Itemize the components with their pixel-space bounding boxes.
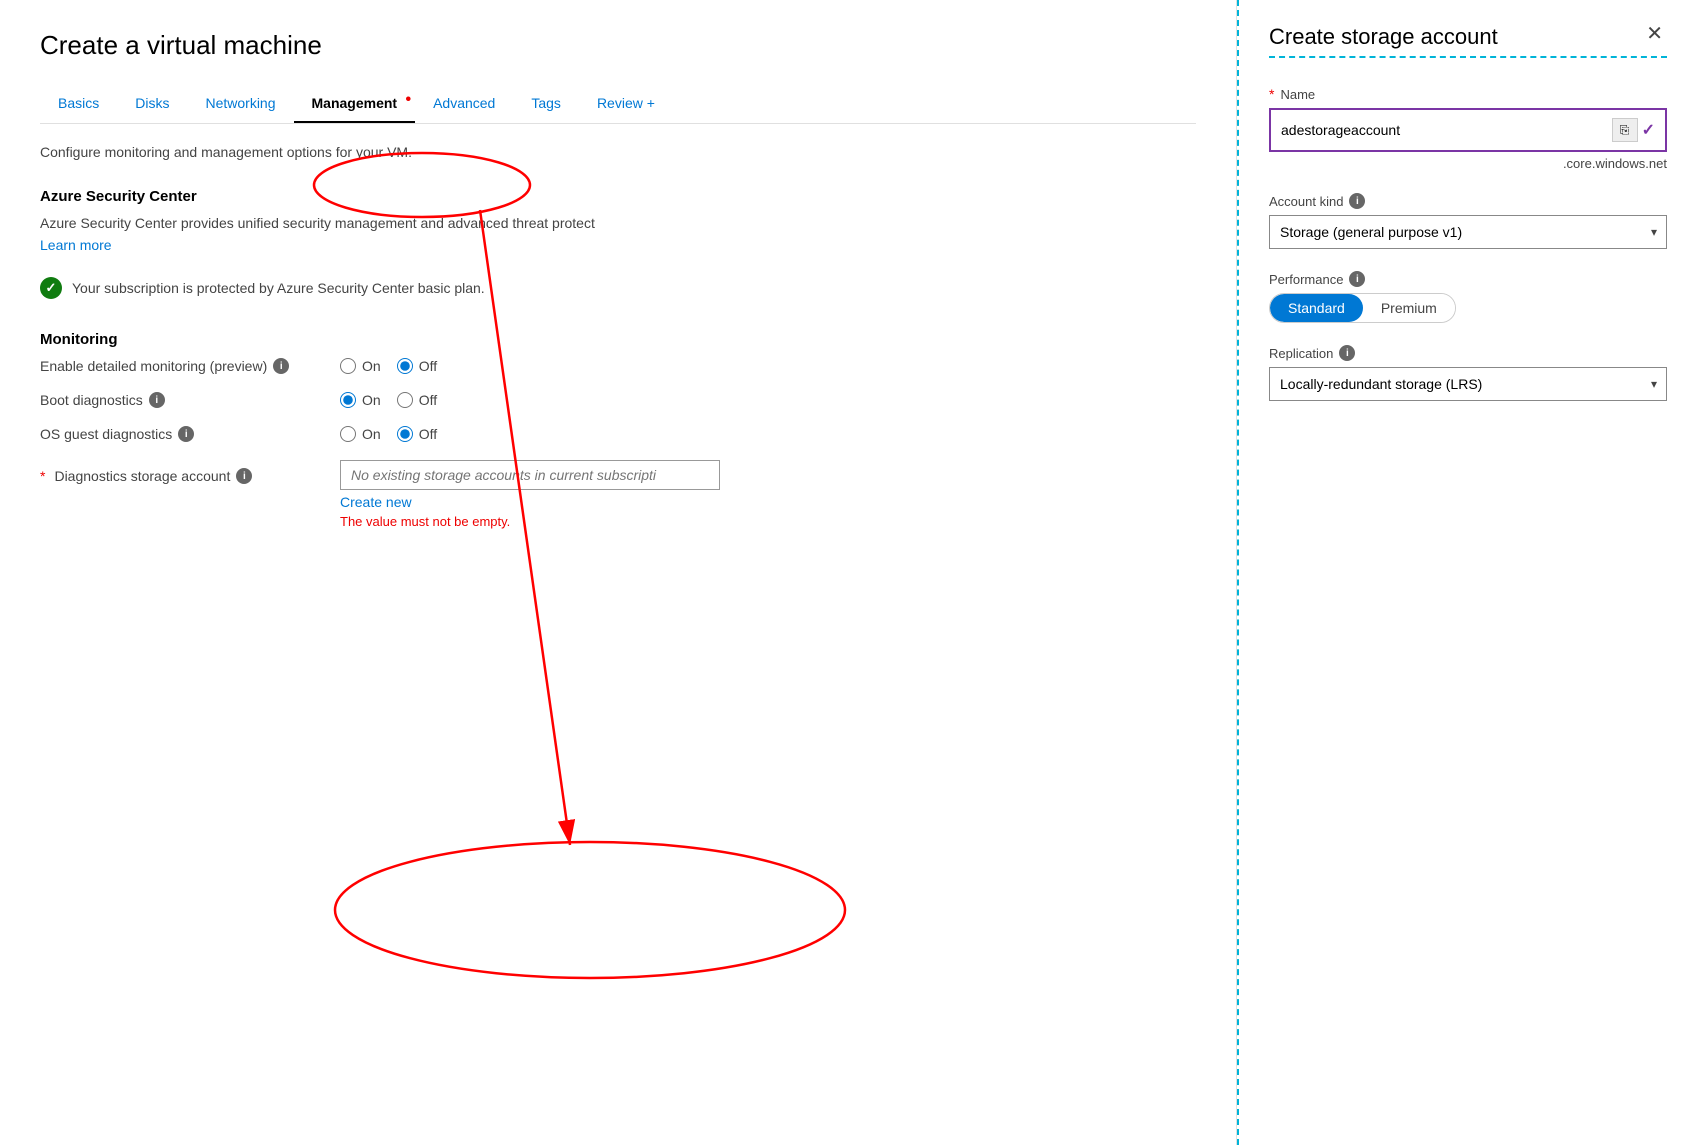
- detailed-monitoring-info-icon[interactable]: i: [273, 358, 289, 374]
- detailed-monitoring-off-label: Off: [419, 358, 437, 374]
- performance-field-group: Performance i Standard Premium: [1269, 271, 1667, 323]
- os-guest-diagnostics-off-label: Off: [419, 426, 437, 442]
- azure-security-section: Azure Security Center Azure Security Cen…: [40, 188, 1196, 299]
- boot-diagnostics-label: Boot diagnostics i: [40, 392, 320, 408]
- tab-description: Configure monitoring and management opti…: [40, 144, 1196, 160]
- page-title: Create a virtual machine: [40, 30, 1196, 61]
- replication-info-icon[interactable]: i: [1339, 345, 1355, 361]
- security-heading: Azure Security Center: [40, 188, 1196, 205]
- security-status-text: Your subscription is protected by Azure …: [72, 280, 485, 296]
- tab-advanced[interactable]: Advanced: [415, 85, 513, 123]
- os-guest-diagnostics-off[interactable]: Off: [397, 426, 437, 442]
- name-required-star: *: [1269, 86, 1274, 102]
- boot-diagnostics-on-radio[interactable]: [340, 392, 356, 408]
- name-input[interactable]: [1281, 122, 1580, 138]
- diagnostics-storage-info-icon[interactable]: i: [236, 468, 252, 484]
- tab-networking[interactable]: Networking: [187, 85, 293, 123]
- panel-title: Create storage account: [1269, 24, 1498, 50]
- tab-tags[interactable]: Tags: [513, 85, 579, 123]
- diagnostics-storage-row: * Diagnostics storage account i Create n…: [40, 460, 1196, 529]
- os-guest-diagnostics-on-label: On: [362, 426, 381, 442]
- panel-divider: [1269, 56, 1667, 58]
- security-description: Azure Security Center provides unified s…: [40, 215, 1196, 231]
- account-kind-select-wrapper: Storage (general purpose v1) StorageV2 (…: [1269, 215, 1667, 249]
- copy-icon-button[interactable]: ⎘: [1612, 118, 1638, 142]
- detailed-monitoring-off[interactable]: Off: [397, 358, 437, 374]
- check-icon: ✓: [1642, 120, 1655, 140]
- account-kind-label: Account kind i: [1269, 193, 1667, 209]
- security-status: Your subscription is protected by Azure …: [40, 277, 1196, 299]
- detailed-monitoring-row: Enable detailed monitoring (preview) i O…: [40, 358, 1196, 374]
- os-guest-diagnostics-on-radio[interactable]: [340, 426, 356, 442]
- name-field-group: * Name ⎘ ✓ .core.windows.net: [1269, 86, 1667, 171]
- storage-account-error: The value must not be empty.: [340, 514, 720, 529]
- boot-diagnostics-on-label: On: [362, 392, 381, 408]
- detailed-monitoring-on-radio[interactable]: [340, 358, 356, 374]
- tab-management[interactable]: Management •: [294, 85, 416, 123]
- detailed-monitoring-label: Enable detailed monitoring (preview) i: [40, 358, 320, 374]
- account-kind-info-icon[interactable]: i: [1349, 193, 1365, 209]
- detailed-monitoring-radio-group: On Off: [340, 358, 437, 374]
- replication-field-group: Replication i Locally-redundant storage …: [1269, 345, 1667, 401]
- performance-info-icon[interactable]: i: [1349, 271, 1365, 287]
- performance-toggle: Standard Premium: [1269, 293, 1456, 323]
- os-guest-diagnostics-on[interactable]: On: [340, 426, 381, 442]
- os-guest-diagnostics-info-icon[interactable]: i: [178, 426, 194, 442]
- annotation-overlay: [0, 0, 1236, 1145]
- tab-review[interactable]: Review +: [579, 85, 673, 123]
- replication-label: Replication i: [1269, 345, 1667, 361]
- close-button[interactable]: ✕: [1642, 24, 1667, 44]
- boot-diagnostics-off-label: Off: [419, 392, 437, 408]
- account-kind-field-group: Account kind i Storage (general purpose …: [1269, 193, 1667, 249]
- tab-basics[interactable]: Basics: [40, 85, 117, 123]
- os-guest-diagnostics-label: OS guest diagnostics i: [40, 426, 320, 442]
- required-star: *: [40, 468, 45, 484]
- boot-diagnostics-on[interactable]: On: [340, 392, 381, 408]
- replication-select-wrapper: Locally-redundant storage (LRS) Zone-red…: [1269, 367, 1667, 401]
- boot-diagnostics-info-icon[interactable]: i: [149, 392, 165, 408]
- boot-diagnostics-off[interactable]: Off: [397, 392, 437, 408]
- os-guest-diagnostics-row: OS guest diagnostics i On Off: [40, 426, 1196, 442]
- os-guest-diagnostics-off-radio[interactable]: [397, 426, 413, 442]
- boot-diagnostics-off-radio[interactable]: [397, 392, 413, 408]
- os-guest-diagnostics-radio-group: On Off: [340, 426, 437, 442]
- diagnostics-storage-field-wrapper: Create new The value must not be empty.: [340, 460, 720, 529]
- detailed-monitoring-on-label: On: [362, 358, 381, 374]
- monitoring-section: Monitoring Enable detailed monitoring (p…: [40, 331, 1196, 529]
- boot-diagnostics-row: Boot diagnostics i On Off: [40, 392, 1196, 408]
- diagnostics-storage-input[interactable]: [340, 460, 720, 490]
- monitoring-heading: Monitoring: [40, 331, 1196, 348]
- check-circle-icon: [40, 277, 62, 299]
- name-text-input-wrapper: ⎘ ✓: [1269, 108, 1667, 152]
- account-kind-select[interactable]: Storage (general purpose v1) StorageV2 (…: [1269, 215, 1667, 249]
- detailed-monitoring-off-radio[interactable]: [397, 358, 413, 374]
- performance-standard-button[interactable]: Standard: [1270, 294, 1363, 322]
- create-new-link[interactable]: Create new: [340, 494, 720, 510]
- right-panel: Create storage account ✕ * Name ⎘ ✓ .cor…: [1237, 0, 1697, 1145]
- replication-select[interactable]: Locally-redundant storage (LRS) Zone-red…: [1269, 367, 1667, 401]
- tab-bar: Basics Disks Networking Management • Adv…: [40, 85, 1196, 124]
- performance-premium-button[interactable]: Premium: [1363, 294, 1455, 322]
- tab-disks[interactable]: Disks: [117, 85, 187, 123]
- performance-label: Performance i: [1269, 271, 1667, 287]
- required-dot: •: [405, 91, 411, 109]
- detailed-monitoring-on[interactable]: On: [340, 358, 381, 374]
- boot-diagnostics-radio-group: On Off: [340, 392, 437, 408]
- learn-more-link[interactable]: Learn more: [40, 237, 112, 253]
- diagnostics-storage-label: * Diagnostics storage account i: [40, 468, 320, 484]
- name-field-label: * Name: [1269, 86, 1667, 102]
- input-icons: ⎘ ✓: [1612, 118, 1655, 142]
- domain-suffix: .core.windows.net: [1269, 156, 1667, 171]
- panel-header: Create storage account ✕: [1269, 24, 1667, 50]
